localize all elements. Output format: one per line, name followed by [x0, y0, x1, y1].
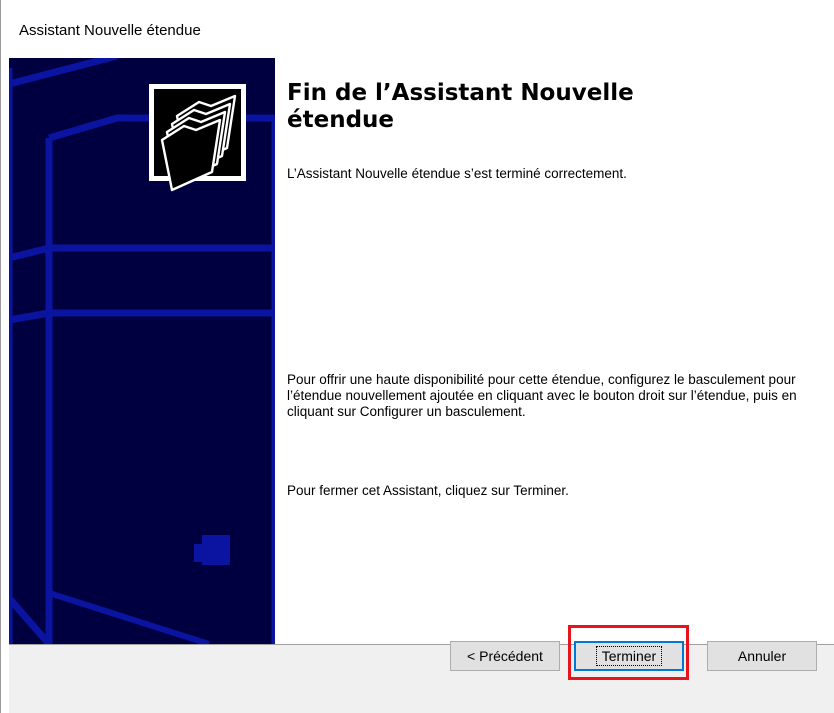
server-tower-graphic [9, 58, 275, 644]
window-title: Assistant Nouvelle étendue [19, 22, 201, 39]
wizard-banner [9, 58, 275, 644]
close-instructions: Pour fermer cet Assistant, cliquez sur T… [287, 483, 569, 498]
cancel-button[interactable]: Annuler [707, 641, 817, 671]
finish-button[interactable]: Terminer [574, 641, 684, 671]
completion-message: L’Assistant Nouvelle étendue s’est termi… [287, 166, 627, 181]
wizard-window: Assistant Nouvelle étendue Fin de l’Assi… [0, 0, 834, 713]
title-bar: Assistant Nouvelle étendue [1, 0, 834, 58]
back-button[interactable]: < Précédent [450, 641, 560, 671]
folders-icon [149, 84, 246, 192]
cancel-button-label: Annuler [737, 648, 787, 664]
content-panel: Fin de l’Assistant Nouvelle étendue L’As… [275, 58, 834, 644]
back-button-label: < Précédent [467, 648, 543, 664]
finish-button-label: Terminer [595, 646, 663, 666]
failover-instructions: Pour offrir une haute disponibilité pour… [287, 372, 797, 419]
page-title: Fin de l’Assistant Nouvelle étendue [287, 80, 634, 133]
